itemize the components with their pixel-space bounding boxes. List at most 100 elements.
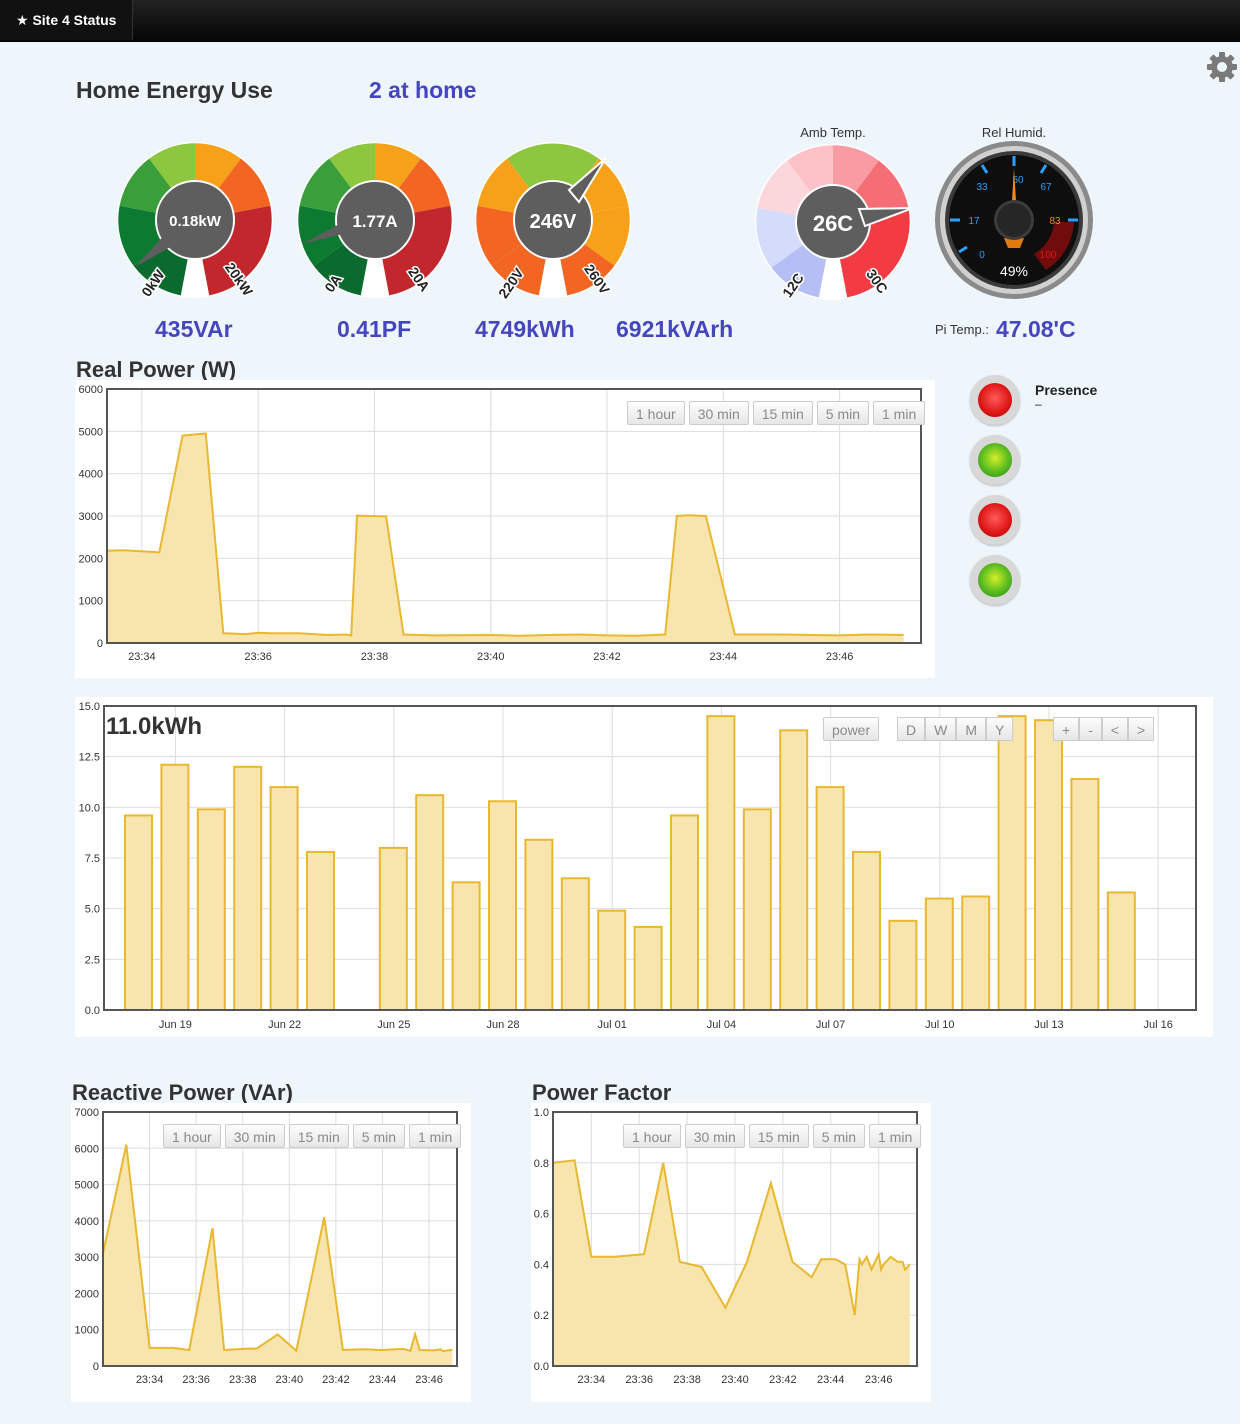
period-buttons: D W M Y <box>897 717 1014 741</box>
reactive-power-area <box>103 1144 453 1366</box>
energy-bar <box>670 814 699 1011</box>
energy-bar <box>924 897 954 1012</box>
zoom-in-button[interactable]: + <box>1053 717 1080 741</box>
zoom-out-button[interactable]: - <box>1079 717 1102 741</box>
range-15-min-button[interactable]: 15 min <box>288 1124 349 1148</box>
range-1-hour-button[interactable]: 1 hour <box>627 401 685 425</box>
presence-light-4 <box>970 555 1020 605</box>
energy-y-tick: 0.0 <box>85 1005 100 1017</box>
real-power-chart-panel: 0 1000 2000 3000 4000 5000 6000 23:34 23:36 23:38… <box>75 380 935 678</box>
energy-x-tick: Jul 10 <box>925 1019 954 1031</box>
range-15-min-button[interactable]: 15 min <box>752 401 813 425</box>
energy-x-tick: Jul 01 <box>598 1019 627 1031</box>
real-power-y-tick: 6000 <box>79 384 103 396</box>
energy-y-tick: 10.0 <box>79 802 100 814</box>
power-gauge: 0.18kW 0kW 20kW <box>117 142 273 301</box>
range-30-min-button[interactable]: 30 min <box>688 401 749 425</box>
real-power-y-tick: 4000 <box>79 469 103 481</box>
energy-x-tick: Jun 25 <box>377 1019 410 1031</box>
power-factor-y-tick: 1.0 <box>534 1107 549 1119</box>
reactive-power-y-tick: 3000 <box>75 1252 99 1264</box>
reactive-energy-readout: 6921kVArh <box>616 316 734 342</box>
range-1-min-button[interactable]: 1 min <box>409 1124 462 1148</box>
power-factor-y-tick: 0.4 <box>534 1259 549 1271</box>
reactive-power-y-tick: 4000 <box>75 1216 99 1228</box>
range-5-min-button[interactable]: 5 min <box>816 401 869 425</box>
presence-light-2 <box>970 435 1020 485</box>
period-year-button[interactable]: Y <box>986 717 1014 741</box>
real-power-x-tick: 23:38 <box>361 651 389 663</box>
humidity-tick-67: 67 <box>1040 182 1052 193</box>
energy-x-tick: Jun 19 <box>159 1019 192 1031</box>
humidity-tick-33: 33 <box>976 182 988 193</box>
period-week-button[interactable]: W <box>925 717 957 741</box>
reactive-power-chart-panel: 0 1000 2000 3000 4000 5000 6000 7000 23:34 23:36 2… <box>71 1103 471 1402</box>
range-30-min-button[interactable]: 30 min <box>684 1124 745 1148</box>
reactive-power-x-tick: 23:44 <box>369 1374 397 1386</box>
power-factor-x-tick: 23:46 <box>865 1374 893 1386</box>
reactive-power-y-tick: 1000 <box>75 1325 99 1337</box>
real-power-x-tick: 23:46 <box>826 651 854 663</box>
real-power-y-tick: 2000 <box>79 553 103 565</box>
real-power-y-tick: 3000 <box>79 511 103 523</box>
energy-x-tick: Jul 07 <box>816 1019 845 1031</box>
temperature-gauge-value: 26C <box>813 211 853 236</box>
energy-y-tick: 7.5 <box>85 853 100 865</box>
energy-bar <box>524 838 554 1011</box>
energy-bar <box>633 925 663 1011</box>
settings-gear-icon[interactable] <box>1205 50 1239 84</box>
range-1-min-button[interactable]: 1 min <box>873 401 926 425</box>
voltage-gauge-value: 246V <box>530 211 577 233</box>
power-factor-x-tick: 23:40 <box>721 1374 749 1386</box>
range-5-min-button[interactable]: 5 min <box>352 1124 405 1148</box>
current-gauge-value: 1.77A <box>352 212 397 231</box>
reactive-range-buttons: 1 hour 30 min 15 min 5 min 1 min <box>163 1124 462 1148</box>
presence-count: 2 at home <box>369 77 477 103</box>
range-1-hour-button[interactable]: 1 hour <box>623 1124 681 1148</box>
energy-bar <box>961 895 991 1011</box>
humidity-tick-83: 83 <box>1049 216 1061 227</box>
energy-bar <box>742 808 772 1011</box>
humidity-tick-17: 17 <box>968 216 980 227</box>
energy-total-label: 11.0kWh <box>106 713 203 740</box>
energy-bar <box>997 715 1027 1012</box>
reactive-power-series-line <box>102 1144 453 1353</box>
previous-button[interactable]: < <box>1101 717 1129 741</box>
energy-bar <box>815 786 845 1011</box>
real-power-area <box>107 433 904 643</box>
site-brand-link[interactable]: ★ Site 4 Status <box>0 0 134 40</box>
energy-x-tick: Jul 04 <box>707 1019 736 1031</box>
top-navbar: ★ Site 4 Status <box>0 0 1240 42</box>
power-factor-y-tick: 0.2 <box>534 1310 549 1322</box>
temperature-gauge: Amb Temp. 26C 12C 30C <box>755 125 914 302</box>
pi-temp-value: 47.08'C <box>996 316 1076 342</box>
voltage-gauge: 246V 220V 260V <box>475 142 631 303</box>
period-day-button[interactable]: D <box>897 717 926 741</box>
energy-bar <box>1034 719 1063 1011</box>
range-30-min-button[interactable]: 30 min <box>224 1124 285 1148</box>
energy-y-tick: 2.5 <box>85 954 100 966</box>
pf-range-buttons: 1 hour 30 min 15 min 5 min 1 min <box>623 1124 922 1148</box>
power-mode-button[interactable]: power <box>823 717 880 741</box>
power-factor-chart-panel: 0.0 0.2 0.4 0.6 0.8 1.0 23:34 23:36 23:38 23:40 23… <box>531 1103 931 1402</box>
real-power-series-line <box>106 432 904 637</box>
reactive-power-x-tick: 23:42 <box>322 1374 350 1386</box>
energy-bar <box>1106 891 1136 1012</box>
energy-bar <box>706 715 736 1012</box>
period-month-button[interactable]: M <box>956 717 987 741</box>
humidity-gauge-label: Rel Humid. <box>982 125 1046 140</box>
reactive-power-y-tick: 0 <box>93 1361 99 1373</box>
reactive-power-x-tick: 23:36 <box>182 1374 210 1386</box>
reactive-power-y-tick: 2000 <box>75 1288 99 1300</box>
energy-bar <box>1070 777 1100 1011</box>
range-5-min-button[interactable]: 5 min <box>812 1124 865 1148</box>
power-factor-x-tick: 23:34 <box>578 1374 606 1386</box>
range-1-min-button[interactable]: 1 min <box>869 1124 922 1148</box>
energy-x-tick: Jun 28 <box>486 1019 519 1031</box>
range-1-hour-button[interactable]: 1 hour <box>163 1124 221 1148</box>
energy-bar <box>488 800 517 1012</box>
humidity-gauge: Rel Humid. 33 17 0 50 67 83 100 49% <box>935 125 1093 299</box>
energy-chart-panel: 0.0 2.5 5.0 7.5 10.0 12.5 15.0 Jun 19 Jun 22 Jun … <box>75 697 1213 1037</box>
next-button[interactable]: > <box>1128 717 1155 741</box>
range-15-min-button[interactable]: 15 min <box>748 1124 809 1148</box>
